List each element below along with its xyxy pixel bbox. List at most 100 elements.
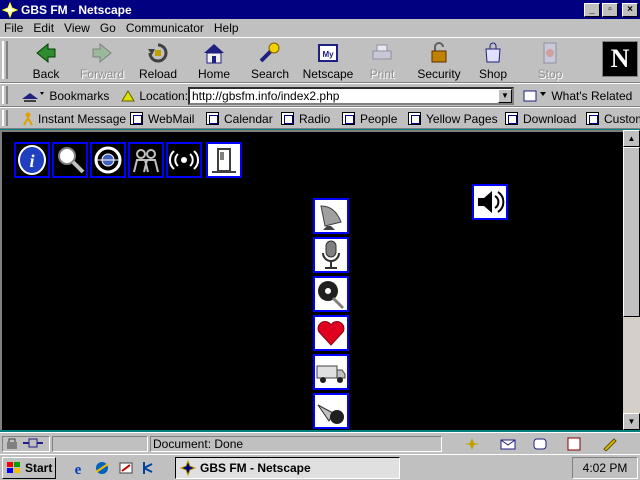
- online-status-icon[interactable]: [22, 437, 44, 449]
- netscape-button[interactable]: My Netscape: [298, 41, 358, 81]
- whats-related-icon: [522, 89, 548, 103]
- netscape-task-icon: [179, 459, 197, 477]
- info-icon: i: [16, 144, 48, 176]
- location-grip[interactable]: [2, 86, 8, 104]
- speaker-icon: [474, 186, 506, 218]
- personal-toolbar: Instant Message WebMail Calendar Radio P…: [0, 107, 640, 129]
- system-clock[interactable]: 4:02 PM: [583, 461, 628, 475]
- taskbar-netscape-window[interactable]: GBS FM - Netscape: [175, 457, 400, 479]
- outlook-express-icon[interactable]: [94, 460, 110, 476]
- svg-text:e: e: [75, 462, 82, 476]
- door-icon: [208, 144, 240, 176]
- status-text: Document: Done: [150, 436, 442, 452]
- component-bar: [444, 436, 638, 452]
- yellow-pages-link[interactable]: Yellow Pages: [408, 112, 498, 126]
- home-button[interactable]: Home: [186, 41, 242, 81]
- bookmark-icon: [20, 89, 46, 103]
- info-link[interactable]: i: [14, 142, 50, 178]
- shop-icon: [481, 41, 505, 65]
- shop-button[interactable]: Shop: [468, 41, 518, 81]
- forward-button[interactable]: Forward: [74, 41, 130, 81]
- my-netscape-icon: My: [316, 41, 340, 65]
- search-link[interactable]: [52, 142, 88, 178]
- webmail-link[interactable]: WebMail: [130, 112, 194, 126]
- truck-icon: [315, 356, 347, 388]
- netscape-logo[interactable]: N: [602, 41, 638, 77]
- mail-icon[interactable]: [500, 437, 516, 451]
- scroll-up-button[interactable]: ▲: [623, 130, 640, 147]
- vertical-scrollbar[interactable]: ▲ ▼: [623, 130, 640, 430]
- menu-help[interactable]: Help: [214, 21, 239, 35]
- netscape-app-icon: [1, 1, 19, 18]
- reload-button[interactable]: Reload: [130, 41, 186, 81]
- url-dropdown-button[interactable]: ▼: [498, 89, 512, 103]
- menu-file[interactable]: File: [4, 21, 23, 35]
- svg-text:My: My: [322, 50, 334, 59]
- newsgroups-icon[interactable]: [532, 437, 548, 451]
- stop-button[interactable]: Stop: [524, 41, 576, 81]
- exit-link[interactable]: [206, 142, 242, 178]
- security-status-icon[interactable]: [5, 437, 19, 449]
- address-book-icon[interactable]: [566, 437, 582, 451]
- search-button[interactable]: Search: [242, 41, 298, 81]
- person-icon: [22, 112, 35, 126]
- broadcast-icon: [168, 144, 200, 176]
- world-link[interactable]: [90, 142, 126, 178]
- scroll-down-button[interactable]: ▼: [623, 413, 640, 430]
- menu-view[interactable]: View: [64, 21, 90, 35]
- whats-related-button[interactable]: What's Related: [522, 89, 632, 103]
- bookmark-page-icon: [586, 112, 599, 125]
- instant-message-link[interactable]: Instant Message: [22, 112, 126, 126]
- search-icon: [258, 41, 282, 65]
- download-link[interactable]: Download: [505, 112, 576, 126]
- tour-link[interactable]: [313, 354, 349, 390]
- listen-link[interactable]: [472, 184, 508, 220]
- reload-icon: [146, 41, 170, 65]
- people-icon: [130, 144, 162, 176]
- menu-communicator[interactable]: Communicator: [126, 21, 204, 35]
- back-button[interactable]: Back: [18, 41, 74, 81]
- minimize-button[interactable]: _: [584, 2, 600, 17]
- satellite-dish-icon: [315, 200, 347, 232]
- broadcast-link[interactable]: [166, 142, 202, 178]
- personal-grip[interactable]: [2, 110, 8, 126]
- channels-icon[interactable]: [140, 460, 156, 476]
- window-title: GBS FM - Netscape: [21, 2, 132, 17]
- page-content: i: [0, 130, 623, 430]
- print-button[interactable]: Print: [358, 41, 406, 81]
- menu-edit[interactable]: Edit: [33, 21, 54, 35]
- print-icon: [370, 41, 394, 65]
- bookmarks-button[interactable]: Bookmarks: [20, 89, 109, 103]
- forward-arrow-icon: [90, 41, 114, 65]
- radio-link[interactable]: Radio: [281, 112, 330, 126]
- composer-icon[interactable]: [602, 437, 618, 452]
- menu-bar: File Edit View Go Communicator Help: [0, 19, 640, 37]
- favorites-link[interactable]: [313, 315, 349, 351]
- globe-icon: [92, 144, 124, 176]
- record-link[interactable]: [313, 276, 349, 312]
- microphone-link[interactable]: [313, 237, 349, 273]
- show-desktop-icon[interactable]: [118, 460, 134, 476]
- start-button[interactable]: Start: [2, 457, 56, 479]
- people-link[interactable]: People: [342, 112, 397, 126]
- svg-text:i: i: [29, 151, 34, 171]
- stop-icon: [538, 41, 562, 65]
- customize-link[interactable]: Customize: [586, 112, 640, 126]
- calendar-link[interactable]: Calendar: [206, 112, 273, 126]
- title-bar[interactable]: GBS FM - Netscape _ ▫ ×: [0, 0, 640, 19]
- toolbar-grip[interactable]: [2, 41, 8, 79]
- community-link[interactable]: [128, 142, 164, 178]
- navigator-icon[interactable]: [464, 437, 480, 451]
- url-input[interactable]: http://gbsfm.info/index2.php ▼: [188, 87, 514, 105]
- scroll-thumb[interactable]: [623, 147, 640, 317]
- announce-link[interactable]: [313, 393, 349, 429]
- maximize-button[interactable]: ▫: [602, 2, 618, 17]
- page-proxy-icon[interactable]: [120, 89, 136, 103]
- internet-explorer-icon[interactable]: e: [70, 460, 86, 478]
- security-button[interactable]: Security: [412, 41, 466, 81]
- close-button[interactable]: ×: [622, 2, 638, 17]
- satellite-link[interactable]: [313, 198, 349, 234]
- url-text: http://gbsfm.info/index2.php: [192, 89, 340, 103]
- menu-go[interactable]: Go: [100, 21, 116, 35]
- system-tray: 4:02 PM: [572, 457, 638, 479]
